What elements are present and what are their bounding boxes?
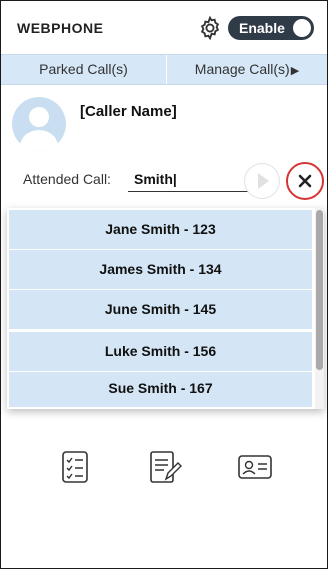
- enable-toggle[interactable]: Enable: [228, 16, 314, 40]
- header: WEBPHONE Enable: [1, 1, 327, 54]
- enable-toggle-label: Enable: [239, 20, 285, 36]
- person-avatar-icon: [12, 97, 66, 151]
- tab-parked-calls-label: Parked Call(s): [39, 61, 128, 77]
- toggle-knob: [293, 19, 311, 37]
- attended-call-label: Attended Call:: [23, 171, 111, 187]
- suggestion-item[interactable]: Jane Smith - 123: [9, 210, 312, 250]
- suggestion-item[interactable]: June Smith - 145: [9, 290, 312, 330]
- attended-call-input[interactable]: [128, 167, 252, 192]
- close-icon: [298, 174, 312, 188]
- contact-card-icon[interactable]: [237, 449, 273, 485]
- suggestion-item[interactable]: Sue Smith - 167: [9, 372, 312, 408]
- scrollbar-thumb[interactable]: [316, 210, 323, 370]
- app-title: WEBPHONE: [17, 20, 104, 36]
- suggestion-item[interactable]: Luke Smith - 156: [9, 332, 312, 372]
- play-button[interactable]: [244, 163, 280, 199]
- gear-icon[interactable]: [197, 15, 223, 41]
- play-icon: [258, 173, 269, 189]
- tab-manage-calls-label: Manage Call(s): [194, 61, 290, 77]
- cancel-button[interactable]: [286, 162, 324, 200]
- suggestion-dropdown: Jane Smith - 123 James Smith - 134 June …: [7, 208, 324, 409]
- edit-note-icon[interactable]: [147, 449, 183, 485]
- caller-name: [Caller Name]: [80, 103, 177, 120]
- suggestion-item[interactable]: James Smith - 134: [9, 250, 312, 290]
- triangle-right-icon: ▶: [290, 65, 300, 77]
- tab-parked-calls[interactable]: Parked Call(s): [1, 55, 167, 84]
- call-tabs: Parked Call(s) Manage Call(s)▶: [1, 54, 327, 85]
- dropdown-scrollbar[interactable]: [315, 208, 324, 409]
- tab-manage-calls[interactable]: Manage Call(s)▶: [167, 55, 327, 84]
- checklist-icon[interactable]: [57, 449, 93, 485]
- webphone-panel: WEBPHONE Enable Parked Call(s) Manage Ca…: [0, 0, 328, 569]
